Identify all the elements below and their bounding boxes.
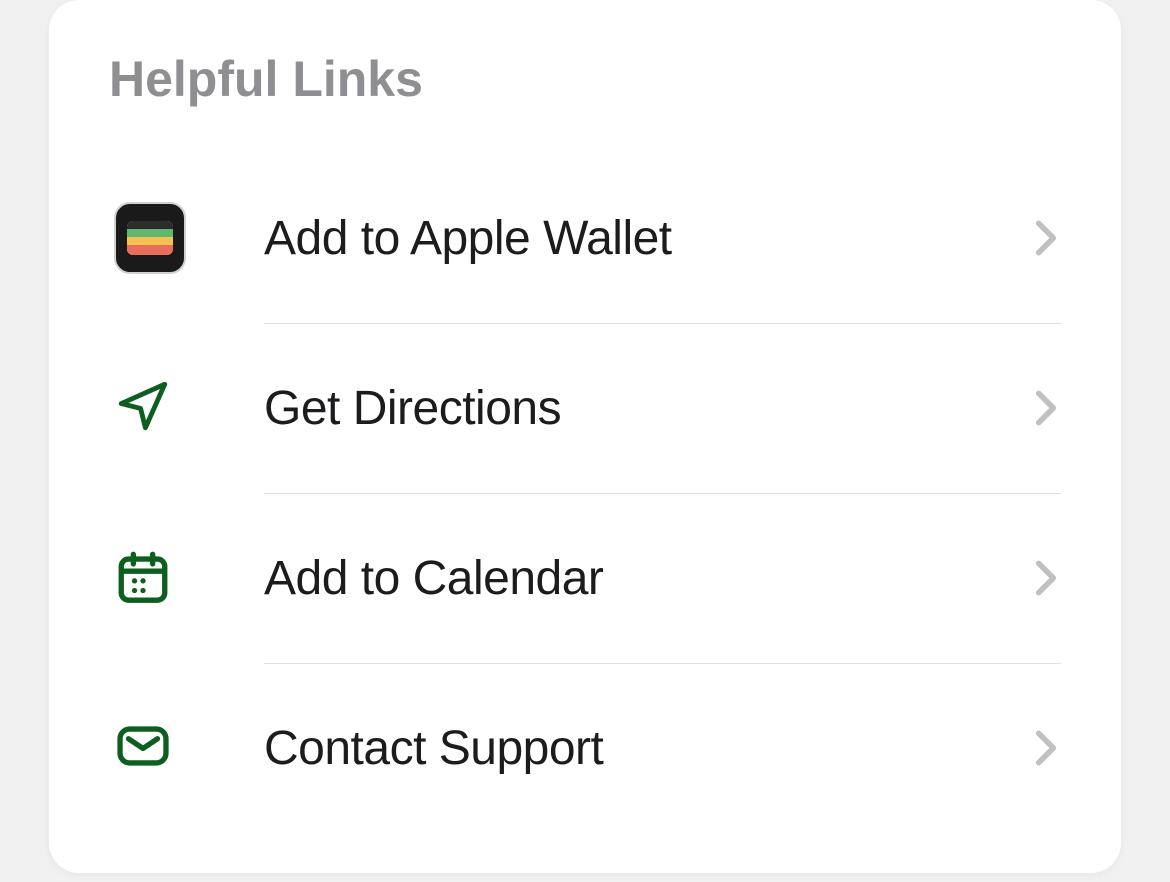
contact-support-label: Contact Support [264,721,1031,776]
links-list: Add to Apple Wallet Get Directions [109,153,1061,833]
add-to-calendar-row[interactable]: Add to Calendar [109,493,1061,663]
contact-support-row[interactable]: Contact Support [109,663,1061,833]
add-to-calendar-label: Add to Calendar [264,551,1031,606]
wallet-icon [114,202,186,274]
get-directions-label: Get Directions [264,381,1031,436]
add-to-wallet-row[interactable]: Add to Apple Wallet [109,153,1061,323]
chevron-right-icon [1031,214,1061,262]
helpful-links-card: Helpful Links Add to Apple Wallet [49,0,1121,873]
section-title: Helpful Links [109,50,1061,108]
mail-icon [114,717,172,780]
get-directions-row[interactable]: Get Directions [109,323,1061,493]
calendar-icon [114,547,172,610]
add-to-wallet-label: Add to Apple Wallet [264,211,1031,266]
chevron-right-icon [1031,554,1061,602]
chevron-right-icon [1031,724,1061,772]
chevron-right-icon [1031,384,1061,432]
navigation-arrow-icon [114,377,172,440]
